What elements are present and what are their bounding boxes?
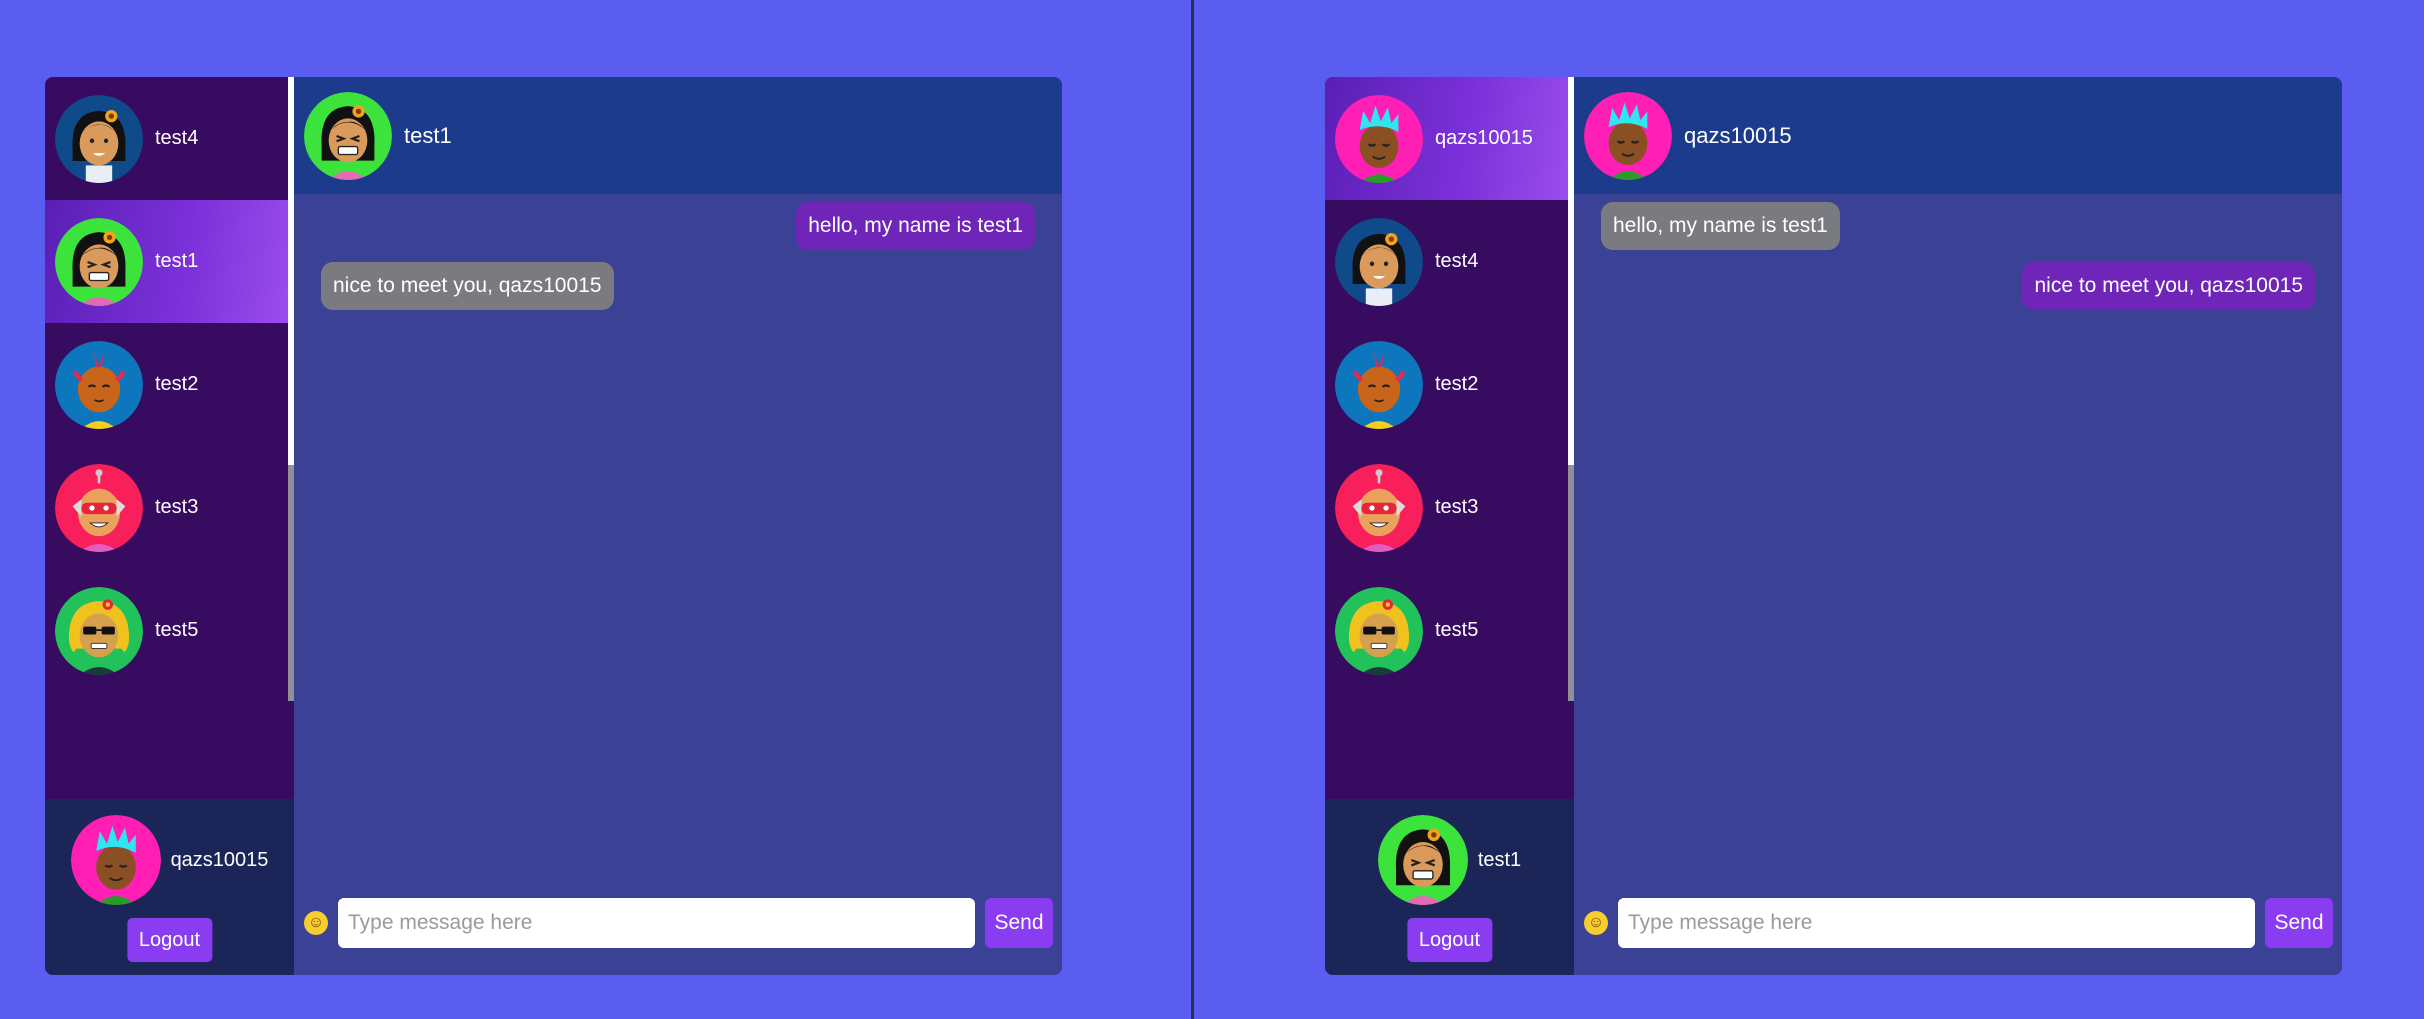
send-button[interactable]: Send [985, 898, 1053, 948]
girl-black-hair-flower-avatar [1335, 217, 1423, 306]
girl-black-hair-flower-avatar [55, 94, 143, 183]
contact-item-test2[interactable]: test2 [45, 323, 294, 446]
sent-message-bubble: hello, my name is test1 [796, 202, 1035, 250]
contact-name: test3 [1435, 496, 1479, 518]
emoji-picker-icon[interactable]: ☺ [1584, 911, 1608, 935]
message-list: hello, my name is test1 nice to meet you… [294, 202, 1062, 322]
contact-item-test5[interactable]: test5 [1325, 569, 1574, 692]
chat-header: test1 [294, 77, 1062, 194]
sent-message-bubble: nice to meet you, qazs10015 [2022, 262, 2315, 310]
message-input[interactable] [338, 898, 975, 948]
girl-grinning-flower-avatar [1377, 815, 1468, 905]
send-button[interactable]: Send [2265, 898, 2333, 948]
chat-app-left: test4 test1 test2 test3 test5 qazs10015 … [45, 77, 1062, 975]
contact-item-test3[interactable]: test3 [45, 446, 294, 569]
logout-button[interactable]: Logout [126, 918, 213, 962]
contact-name: test5 [155, 619, 199, 641]
message-input[interactable] [1618, 898, 2255, 948]
message-row: nice to meet you, qazs10015 [1601, 262, 2315, 322]
received-message-bubble: hello, my name is test1 [1601, 202, 1840, 250]
contact-name: test2 [1435, 373, 1479, 395]
contact-item-test1[interactable]: test1 [45, 200, 294, 323]
contacts-list: qazs10015 test4 test2 test3 test5 [1325, 77, 1574, 799]
contact-item-test4[interactable]: test4 [1325, 200, 1574, 323]
contact-name: test5 [1435, 619, 1479, 641]
contact-name: test4 [155, 127, 199, 149]
blonde-sunglasses-avatar [1335, 586, 1423, 675]
girl-grinning-flower-avatar [304, 91, 392, 180]
contact-name: test4 [1435, 250, 1479, 272]
contact-name: qazs10015 [1435, 127, 1533, 149]
chat-panel: qazs10015 hello, my name is test1 nice t… [1574, 77, 2342, 975]
message-row: nice to meet you, qazs10015 [321, 262, 1035, 322]
logout-button[interactable]: Logout [1406, 918, 1493, 962]
message-list: hello, my name is test1 nice to meet you… [1574, 202, 2342, 322]
current-user-name: test1 [1477, 848, 1522, 871]
cyan-hair-smiling-avatar [1584, 91, 1672, 180]
blonde-sunglasses-avatar [55, 586, 143, 675]
message-input-bar: ☺ Send [294, 898, 1062, 948]
window-divider [1191, 0, 1194, 1019]
message-row: hello, my name is test1 [1601, 202, 2315, 262]
contacts-sidebar: test4 test1 test2 test3 test5 qazs10015 … [45, 77, 294, 975]
chat-app-right: qazs10015 test4 test2 test3 test5 test1 … [1325, 77, 2342, 975]
girl-grinning-flower-avatar [55, 217, 143, 306]
chat-contact-name: qazs10015 [1684, 122, 1792, 148]
contact-item-qazs10015[interactable]: qazs10015 [1325, 77, 1574, 200]
boy-mohawk-avatar [1335, 340, 1423, 429]
contact-item-test2[interactable]: test2 [1325, 323, 1574, 446]
contact-item-test4[interactable]: test4 [45, 77, 294, 200]
contact-name: test2 [155, 373, 199, 395]
contact-item-test5[interactable]: test5 [45, 569, 294, 692]
contact-item-test3[interactable]: test3 [1325, 446, 1574, 569]
cyan-hair-smiling-avatar [1335, 94, 1423, 183]
cyan-hair-smiling-avatar [70, 815, 161, 905]
chat-header: qazs10015 [1574, 77, 2342, 194]
current-user-name: qazs10015 [170, 848, 269, 871]
message-input-bar: ☺ Send [1574, 898, 2342, 948]
emoji-picker-icon[interactable]: ☺ [304, 911, 328, 935]
chat-panel: test1 hello, my name is test1 nice to me… [294, 77, 1062, 975]
received-message-bubble: nice to meet you, qazs10015 [321, 262, 614, 310]
current-user-panel: test1 Logout [1325, 799, 1574, 975]
contact-name: test3 [155, 496, 199, 518]
current-user-panel: qazs10015 Logout [45, 799, 294, 975]
message-row: hello, my name is test1 [321, 202, 1035, 262]
contacts-list: test4 test1 test2 test3 test5 [45, 77, 294, 799]
contact-name: test1 [155, 250, 199, 272]
robot-mask-avatar [1335, 463, 1423, 552]
boy-mohawk-avatar [55, 340, 143, 429]
chat-contact-name: test1 [404, 122, 452, 148]
robot-mask-avatar [55, 463, 143, 552]
contacts-sidebar: qazs10015 test4 test2 test3 test5 test1 … [1325, 77, 1574, 975]
